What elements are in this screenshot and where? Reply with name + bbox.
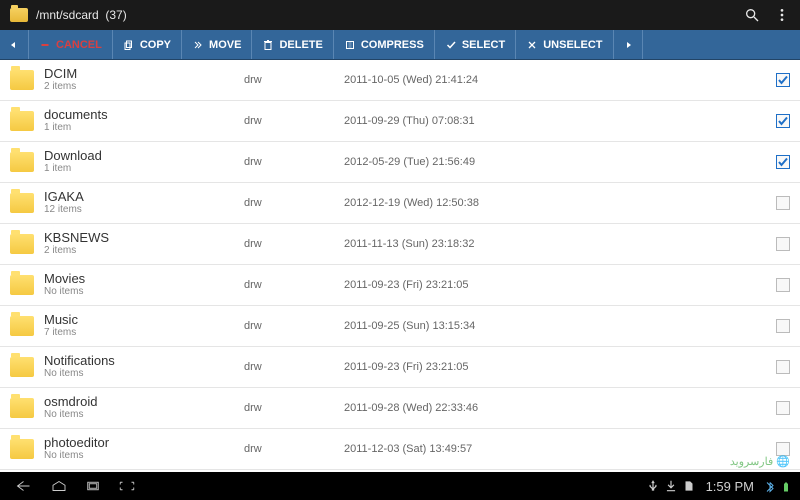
file-name: Download [44, 148, 244, 164]
forward-button[interactable] [614, 30, 643, 59]
file-checkbox[interactable] [776, 442, 790, 456]
file-item-count: No items [44, 409, 244, 421]
file-row[interactable]: MoviesNo itemsdrw2011-09-23 (Fri) 23:21:… [0, 265, 800, 306]
folder-icon [10, 234, 34, 254]
file-date: 2011-10-05 (Wed) 21:41:24 [344, 74, 564, 86]
file-row[interactable]: IGAKA12 itemsdrw2012-12-19 (Wed) 12:50:3… [0, 183, 800, 224]
nav-screenshot-icon[interactable] [110, 476, 144, 496]
file-permissions: drw [244, 443, 344, 455]
folder-icon [10, 316, 34, 336]
status-tray: 1:59 PM [646, 479, 792, 494]
file-date: 2011-09-29 (Thu) 07:08:31 [344, 115, 564, 127]
file-row[interactable]: KBSNEWS2 itemsdrw2011-11-13 (Sun) 23:18:… [0, 224, 800, 265]
move-button[interactable]: MOVE [182, 30, 252, 59]
folder-icon [10, 275, 34, 295]
file-name: Notifications [44, 353, 244, 369]
file-permissions: drw [244, 74, 344, 86]
title-bar: /mnt/sdcard (37) [0, 0, 800, 30]
file-item-count: 1 item [44, 163, 244, 175]
file-checkbox[interactable] [776, 278, 790, 292]
file-date: 2011-12-03 (Sat) 13:49:57 [344, 443, 564, 455]
nav-home-icon[interactable] [42, 476, 76, 496]
folder-icon [10, 398, 34, 418]
nav-recent-icon[interactable] [76, 476, 110, 496]
folder-icon [10, 193, 34, 213]
file-list[interactable]: DCIM2 itemsdrw2011-10-05 (Wed) 21:41:24d… [0, 60, 800, 472]
file-item-count: 1 item [44, 122, 244, 134]
folder-icon [10, 152, 34, 172]
delete-button[interactable]: DELETE [252, 30, 333, 59]
bluetooth-icon [764, 480, 776, 492]
file-name: photoeditor [44, 435, 244, 451]
nav-back-icon[interactable] [8, 476, 42, 496]
file-permissions: drw [244, 279, 344, 291]
file-row[interactable]: osmdroidNo itemsdrw2011-09-28 (Wed) 22:3… [0, 388, 800, 429]
unselect-button[interactable]: UNSELECT [516, 30, 613, 59]
file-checkbox[interactable] [776, 360, 790, 374]
file-date: 2011-09-28 (Wed) 22:33:46 [344, 402, 564, 414]
file-date: 2011-11-13 (Sun) 23:18:32 [344, 238, 564, 250]
file-checkbox[interactable] [776, 155, 790, 169]
file-date: 2011-09-25 (Sun) 13:15:34 [344, 320, 564, 332]
file-checkbox[interactable] [776, 401, 790, 415]
file-name: KBSNEWS [44, 230, 244, 246]
file-row[interactable]: Music7 itemsdrw2011-09-25 (Sun) 13:15:34 [0, 306, 800, 347]
file-row[interactable]: NotificationsNo itemsdrw2011-09-23 (Fri)… [0, 347, 800, 388]
folder-icon [10, 70, 34, 90]
file-checkbox[interactable] [776, 319, 790, 333]
file-item-count: 2 items [44, 81, 244, 93]
file-item-count: No items [44, 450, 244, 462]
action-toolbar: CANCEL COPY MOVE DELETE COMPRESS SELECT … [0, 30, 800, 60]
file-permissions: drw [244, 115, 344, 127]
file-checkbox[interactable] [776, 73, 790, 87]
copy-button[interactable]: COPY [113, 30, 182, 59]
search-icon[interactable] [744, 7, 760, 23]
file-checkbox[interactable] [776, 114, 790, 128]
file-name: documents [44, 107, 244, 123]
file-permissions: drw [244, 361, 344, 373]
battery-icon [780, 480, 792, 492]
file-permissions: drw [244, 156, 344, 168]
clock: 1:59 PM [706, 479, 754, 494]
cancel-button[interactable]: CANCEL [29, 30, 113, 59]
app-folder-icon [10, 8, 28, 22]
file-checkbox[interactable] [776, 196, 790, 210]
file-row[interactable]: photoeditorNo itemsdrw2011-12-03 (Sat) 1… [0, 429, 800, 470]
system-nav-bar: 1:59 PM [0, 472, 800, 500]
file-date: 2011-09-23 (Fri) 23:21:05 [344, 279, 564, 291]
file-name: Music [44, 312, 244, 328]
file-checkbox[interactable] [776, 237, 790, 251]
file-date: 2011-09-23 (Fri) 23:21:05 [344, 361, 564, 373]
back-button[interactable] [0, 30, 29, 59]
folder-icon [10, 439, 34, 459]
download-icon [664, 479, 678, 493]
watermark: 🌐 فارسروید [730, 455, 790, 468]
file-name: osmdroid [44, 394, 244, 410]
file-permissions: drw [244, 320, 344, 332]
file-row[interactable]: DCIM2 itemsdrw2011-10-05 (Wed) 21:41:24 [0, 60, 800, 101]
folder-icon [10, 357, 34, 377]
file-permissions: drw [244, 197, 344, 209]
file-permissions: drw [244, 238, 344, 250]
file-name: Movies [44, 271, 244, 287]
file-item-count: No items [44, 368, 244, 380]
current-path: /mnt/sdcard (37) [36, 8, 127, 22]
folder-icon [10, 111, 34, 131]
file-name: IGAKA [44, 189, 244, 205]
file-date: 2012-12-19 (Wed) 12:50:38 [344, 197, 564, 209]
file-row[interactable]: Download1 itemdrw2012-05-29 (Tue) 21:56:… [0, 142, 800, 183]
sdcard-icon [682, 479, 696, 493]
file-item-count: 12 items [44, 204, 244, 216]
file-item-count: 7 items [44, 327, 244, 339]
compress-button[interactable]: COMPRESS [334, 30, 435, 59]
select-button[interactable]: SELECT [435, 30, 516, 59]
file-row[interactable]: documents1 itemdrw2011-09-29 (Thu) 07:08… [0, 101, 800, 142]
file-permissions: drw [244, 402, 344, 414]
overflow-menu-icon[interactable] [774, 7, 790, 23]
usb-icon [646, 479, 660, 493]
file-item-count: No items [44, 286, 244, 298]
file-date: 2012-05-29 (Tue) 21:56:49 [344, 156, 564, 168]
file-name: DCIM [44, 66, 244, 82]
file-item-count: 2 items [44, 245, 244, 257]
